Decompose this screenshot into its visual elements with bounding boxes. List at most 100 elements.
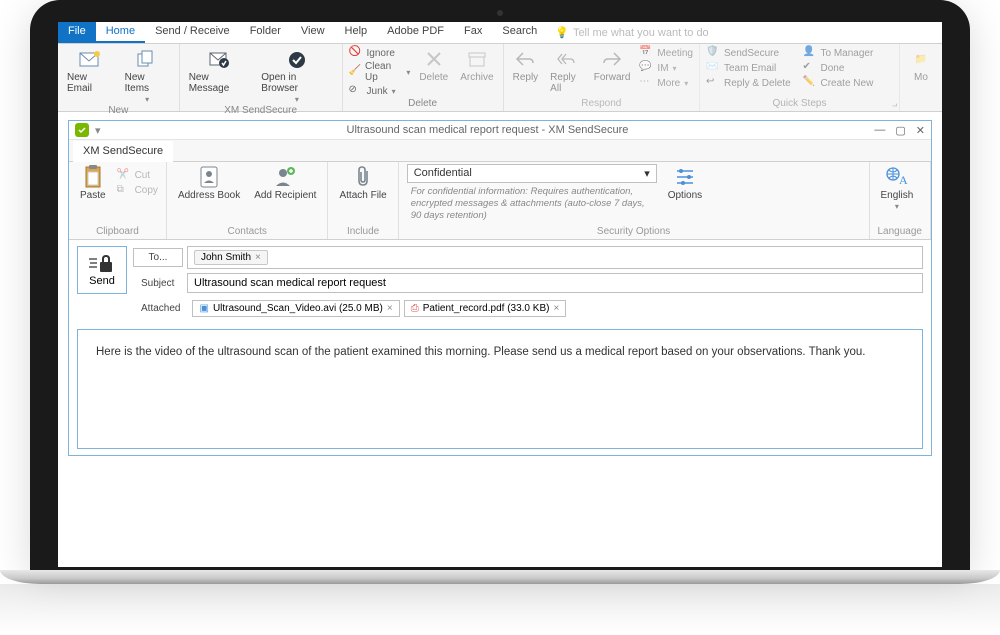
team-icon: ✉️ xyxy=(706,61,720,75)
broom-icon: 🧹 xyxy=(349,65,362,79)
laptop-base xyxy=(0,570,1000,584)
add-recipient-button[interactable]: Add Recipient xyxy=(251,164,319,202)
label: Paste xyxy=(80,190,106,201)
address-book-button[interactable]: Address Book xyxy=(175,164,243,202)
group-label: Respond xyxy=(510,98,693,109)
create-icon: ✏️ xyxy=(803,76,817,90)
reply-button[interactable]: Reply xyxy=(510,46,542,84)
tab-help[interactable]: Help xyxy=(335,22,378,43)
compose-group-clipboard: Paste ✂️Cut ⧉Copy Clipboard xyxy=(69,162,167,239)
maximize-button[interactable]: ▢ xyxy=(895,124,905,137)
tab-adobe-pdf[interactable]: Adobe PDF xyxy=(377,22,454,43)
quick-step-sendsecure[interactable]: 🛡️SendSecure xyxy=(706,46,797,60)
forward-button[interactable]: Forward xyxy=(591,46,634,84)
tab-search[interactable]: Search xyxy=(492,22,547,43)
recipient-name: John Smith xyxy=(201,252,251,263)
new-email-button[interactable]: New Email xyxy=(64,46,116,95)
cut-button[interactable]: ✂️Cut xyxy=(117,169,158,183)
new-message-button[interactable]: New Message xyxy=(186,46,253,95)
group-label: Security Options xyxy=(407,226,861,237)
folder-icon: 📁 xyxy=(909,47,933,71)
label: Reply All xyxy=(550,72,582,94)
send-button[interactable]: Send xyxy=(77,246,127,294)
label: Attach File xyxy=(339,190,386,201)
shield-icon: 🛡️ xyxy=(706,46,720,60)
language-button[interactable]: A English xyxy=(878,164,917,212)
x-icon xyxy=(422,47,446,71)
tab-fax[interactable]: Fax xyxy=(454,22,492,43)
quick-step-create-new[interactable]: ✏️Create New xyxy=(803,76,894,90)
compose-tab-row: XM SendSecure xyxy=(69,140,931,162)
remove-recipient-icon[interactable]: × xyxy=(255,252,261,263)
label: Done xyxy=(821,63,845,74)
tell-me-search[interactable]: 💡 Tell me what you want to do xyxy=(547,22,716,43)
archive-button[interactable]: Archive xyxy=(457,46,496,84)
security-profile-dropdown[interactable]: Confidential▾ xyxy=(407,164,657,183)
tab-home[interactable]: Home xyxy=(96,22,145,43)
group-label: Include xyxy=(336,226,389,237)
tab-file[interactable]: File xyxy=(58,22,96,43)
globe-letter-icon: A xyxy=(885,165,909,189)
attachment-name: Ultrasound_Scan_Video.avi (25.0 MB) xyxy=(213,303,383,314)
label: Reply & Delete xyxy=(724,78,791,89)
quick-step-team-email[interactable]: ✉️Team Email xyxy=(706,61,797,75)
label: Add Recipient xyxy=(254,190,316,201)
attachment-chip[interactable]: ⎙ Patient_record.pdf (33.0 KB) × xyxy=(404,300,567,317)
message-body[interactable]: Here is the video of the ultrasound scan… xyxy=(77,329,923,449)
ignore-button[interactable]: 🚫Ignore xyxy=(349,46,411,60)
address-book-icon xyxy=(197,165,221,189)
screen: File Home Send / Receive Folder View Hel… xyxy=(58,22,942,567)
ribbon-group-respond: Reply Reply All Forward 📅Meeting 💬IM ⋯ Mo… xyxy=(504,44,700,111)
subject-label: Subject xyxy=(133,275,183,292)
compose-tab-xm-sendsecure[interactable]: XM SendSecure xyxy=(73,141,173,162)
quick-step-done[interactable]: ✔︎Done xyxy=(803,61,894,75)
tab-folder[interactable]: Folder xyxy=(240,22,291,43)
more-button[interactable]: ⋯ More xyxy=(639,76,693,90)
junk-button[interactable]: ⊘Junk xyxy=(349,84,411,98)
tab-send-receive[interactable]: Send / Receive xyxy=(145,22,240,43)
im-button[interactable]: 💬IM xyxy=(639,61,693,75)
reply-all-button[interactable]: Reply All xyxy=(547,46,585,95)
remove-attachment-icon[interactable]: × xyxy=(553,303,559,314)
attachments-row: Attached ▣ Ultrasound_Scan_Video.avi (25… xyxy=(69,300,931,323)
label: Forward xyxy=(594,72,631,83)
attach-file-button[interactable]: Attach File xyxy=(336,164,389,202)
open-in-browser-button[interactable]: Open in Browser xyxy=(258,46,335,105)
label: More xyxy=(657,78,680,89)
attachment-name: Patient_record.pdf (33.0 KB) xyxy=(423,303,550,314)
block-icon: 🚫 xyxy=(349,46,363,60)
paste-button[interactable]: Paste xyxy=(77,164,109,202)
minimize-button[interactable]: — xyxy=(874,124,885,137)
items-icon xyxy=(135,47,159,71)
label: Address Book xyxy=(178,190,240,201)
subject-value: Ultrasound scan medical report request xyxy=(194,277,386,289)
compose-titlebar: ▾ Ultrasound scan medical report request… xyxy=(69,121,931,140)
quick-step-to-manager[interactable]: 👤To Manager xyxy=(803,46,894,60)
copy-button[interactable]: ⧉Copy xyxy=(117,184,158,198)
clean-up-button[interactable]: 🧹Clean Up xyxy=(349,61,411,83)
delete-button[interactable]: Delete xyxy=(416,46,451,84)
remove-attachment-icon[interactable]: × xyxy=(387,303,393,314)
subject-field[interactable]: Ultrasound scan medical report request xyxy=(187,273,923,293)
label: Send xyxy=(89,275,115,287)
recipient-chip[interactable]: John Smith × xyxy=(194,250,268,265)
more-icon: ⋯ xyxy=(639,76,653,90)
tab-view[interactable]: View xyxy=(291,22,335,43)
copy-icon: ⧉ xyxy=(117,184,131,198)
envelope-icon xyxy=(78,47,102,71)
meeting-button[interactable]: 📅Meeting xyxy=(639,46,693,60)
manager-icon: 👤 xyxy=(803,46,817,60)
label: New Items xyxy=(125,72,170,94)
to-button[interactable]: To... xyxy=(133,248,183,267)
video-file-icon: ▣ xyxy=(199,303,208,314)
to-field[interactable]: John Smith × xyxy=(187,246,923,269)
options-button[interactable]: Options xyxy=(665,164,705,202)
browser-shield-icon xyxy=(285,47,309,71)
new-items-button[interactable]: New Items xyxy=(122,46,173,105)
move-button[interactable]: 📁Mo xyxy=(906,46,936,84)
reply-icon xyxy=(513,47,537,71)
close-button[interactable]: ✕ xyxy=(916,124,925,137)
attachment-chip[interactable]: ▣ Ultrasound_Scan_Video.avi (25.0 MB) × xyxy=(192,300,399,317)
group-label: New xyxy=(64,105,173,116)
quick-step-reply-delete[interactable]: ↩︎Reply & Delete xyxy=(706,76,797,90)
